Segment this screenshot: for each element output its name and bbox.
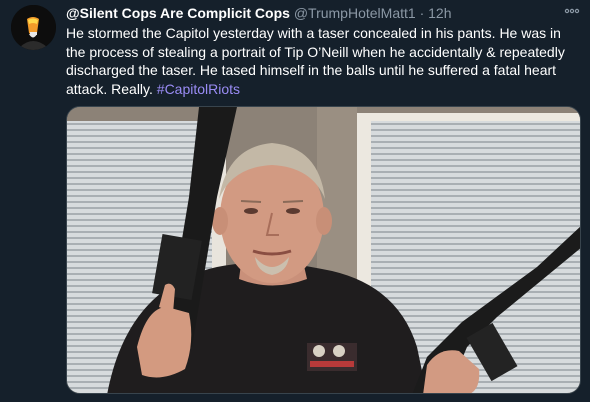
avatar-image [11, 5, 56, 50]
tweet-card[interactable]: @Silent Cops Are Complicit Cops @TrumpHo… [0, 0, 590, 402]
separator-dot: · [419, 5, 425, 21]
tweet-body: He stormed the Capitol yesterday with a … [66, 25, 565, 97]
display-name[interactable]: @Silent Cops Are Complicit Cops [66, 5, 290, 21]
user-handle[interactable]: @TrumpHotelMatt1 [294, 5, 416, 21]
photo-man-with-rifles [67, 107, 580, 393]
tweet-header: @Silent Cops Are Complicit Cops @TrumpHo… [66, 4, 560, 22]
tweet-text: He stormed the Capitol yesterday with a … [66, 24, 582, 98]
timestamp[interactable]: 12h [428, 5, 451, 21]
ellipsis-icon[interactable] [564, 4, 580, 18]
tweet-photo[interactable] [66, 106, 581, 394]
hashtag-link[interactable]: #CapitolRiots [157, 81, 240, 97]
avatar[interactable] [11, 5, 56, 50]
